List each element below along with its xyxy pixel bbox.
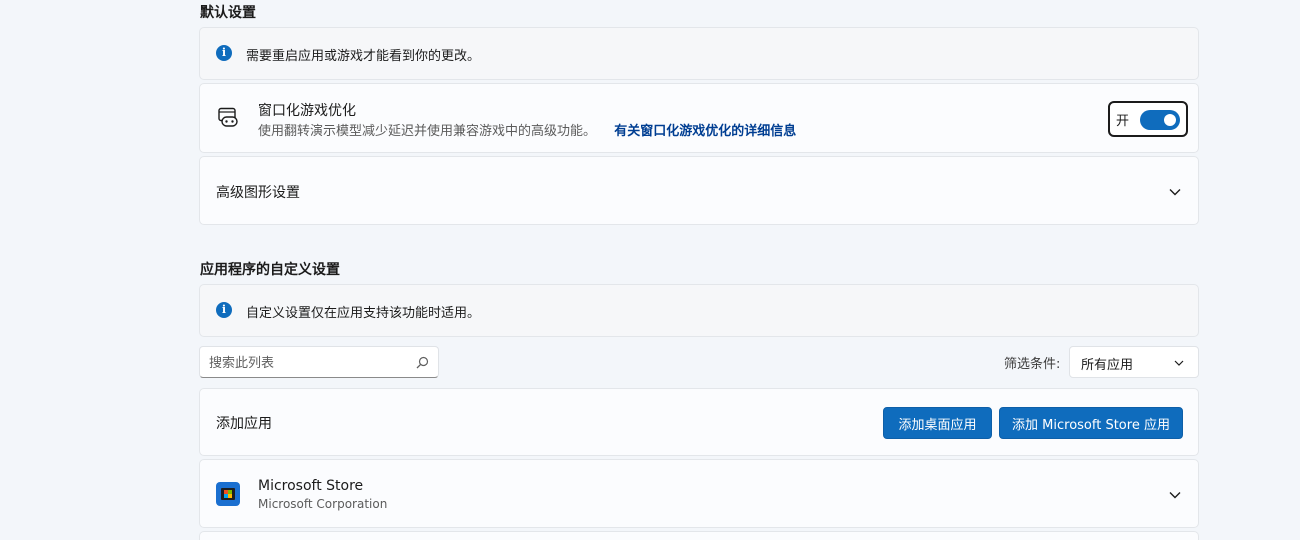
windowed-game-details-link[interactable]: 有关窗口化游戏优化的详细信息: [614, 124, 796, 139]
windowed-game-toggle[interactable]: [1140, 110, 1180, 130]
add-app-card: 添加应用 添加桌面应用 添加 Microsoft Store 应用: [199, 388, 1199, 456]
app-name: Microsoft Store: [258, 478, 364, 494]
advanced-graphics-card[interactable]: 高级图形设置: [199, 156, 1199, 225]
chevron-down-icon[interactable]: [1168, 488, 1182, 502]
filter-selected-value: 所有应用: [1081, 358, 1134, 373]
chevron-down-icon: [1174, 360, 1184, 366]
restart-info-card: i 需要重启应用或游戏才能看到你的更改。: [199, 27, 1199, 80]
windowed-game-title: 窗口化游戏优化: [258, 103, 356, 119]
app-row-partial[interactable]: [199, 531, 1199, 540]
search-icon[interactable]: [416, 356, 429, 369]
add-store-app-button[interactable]: 添加 Microsoft Store 应用: [999, 407, 1183, 439]
windowed-game-toggle-focus[interactable]: 开: [1108, 101, 1188, 137]
chevron-down-icon[interactable]: [1168, 185, 1182, 199]
filter-dropdown[interactable]: 所有应用: [1069, 346, 1199, 378]
default-settings-heading: 默认设置: [200, 5, 256, 21]
custom-settings-heading: 应用程序的自定义设置: [200, 262, 340, 278]
windowed-game-description: 使用翻转演示模型减少延迟并使用兼容游戏中的高级功能。: [258, 124, 597, 139]
search-input[interactable]: [209, 353, 409, 373]
microsoft-store-icon: [216, 482, 240, 506]
add-desktop-app-button[interactable]: 添加桌面应用: [883, 407, 992, 439]
app-publisher: Microsoft Corporation: [258, 497, 388, 511]
restart-info-text: 需要重启应用或游戏才能看到你的更改。: [246, 49, 481, 64]
search-list-box: [199, 346, 439, 378]
custom-info-text: 自定义设置仅在应用支持该功能时适用。: [246, 306, 481, 321]
filter-label: 筛选条件:: [1004, 357, 1061, 372]
windowed-game-optimization-card: 窗口化游戏优化 使用翻转演示模型减少延迟并使用兼容游戏中的高级功能。 有关窗口化…: [199, 83, 1199, 153]
toggle-state-label: 开: [1116, 114, 1130, 129]
toggle-knob: [1164, 114, 1176, 126]
add-app-title: 添加应用: [216, 416, 272, 432]
advanced-graphics-title: 高级图形设置: [216, 185, 300, 201]
info-icon: i: [216, 302, 232, 318]
gamepad-window-icon: [218, 107, 238, 127]
info-icon: i: [216, 45, 232, 61]
app-row-microsoft-store[interactable]: Microsoft Store Microsoft Corporation: [199, 459, 1199, 528]
custom-info-card: i 自定义设置仅在应用支持该功能时适用。: [199, 284, 1199, 337]
